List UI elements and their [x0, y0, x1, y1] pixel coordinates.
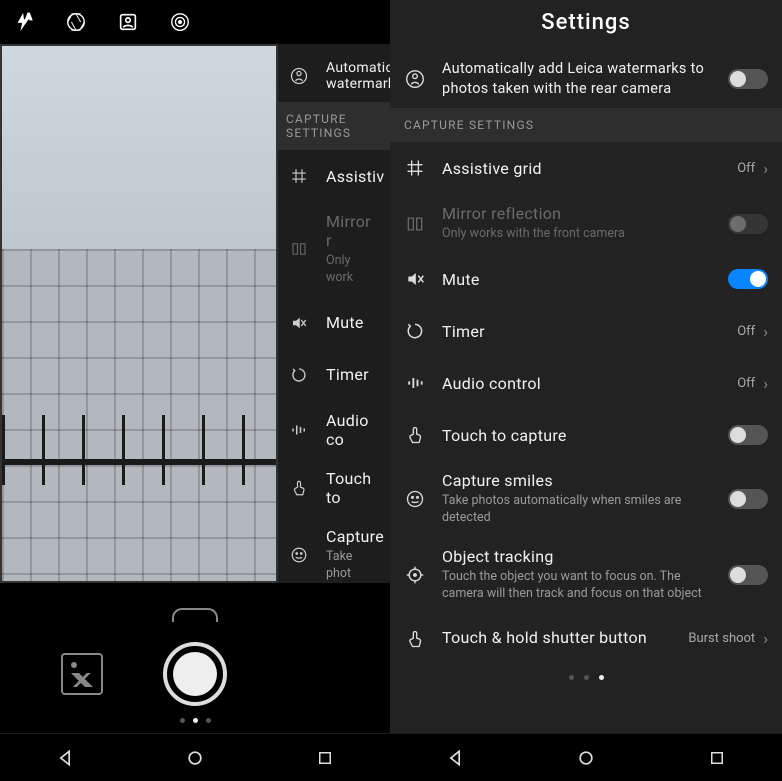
mirror-icon [402, 214, 428, 234]
setting-mute-toggle[interactable] [728, 269, 768, 289]
svg-text:A: A [26, 12, 32, 22]
settings-list[interactable]: Automatically add Leica watermarks to ph… [390, 49, 782, 733]
setting-assistive-grid[interactable]: Assistive grid Off› [390, 142, 782, 194]
nav-back-button[interactable] [37, 748, 93, 768]
settings-screen: Settings Automatically add Leica waterma… [390, 0, 782, 781]
camera-top-toolbar: A [0, 0, 390, 44]
camera-viewfinder-area: Automatic watermark CAPTURE SETTINGS Ass… [0, 44, 390, 583]
android-navbar-right [390, 733, 782, 781]
shutter-button[interactable] [163, 642, 227, 706]
flash-auto-icon[interactable]: A [12, 10, 36, 34]
touch-icon [402, 425, 428, 445]
timer-icon [402, 321, 428, 341]
nav-recent-button[interactable] [689, 749, 745, 767]
smile-icon [402, 489, 428, 509]
watermark-icon [402, 68, 428, 90]
audio-icon [402, 373, 428, 393]
setting-capture-smiles-toggle[interactable] [728, 489, 768, 509]
chevron-right-icon: › [763, 322, 768, 341]
android-navbar-left [0, 733, 390, 781]
nav-recent-button[interactable] [297, 749, 353, 767]
setting-touch-capture-toggle[interactable] [728, 425, 768, 445]
setting-object-tracking-toggle[interactable] [728, 565, 768, 585]
setting-watermark-label: Automatically add Leica watermarks to ph… [442, 59, 714, 98]
nav-home-button[interactable] [558, 748, 614, 768]
gallery-button[interactable] [61, 653, 103, 695]
setting-watermark-toggle[interactable] [728, 69, 768, 89]
setting-object-tracking[interactable]: Object trackingTouch the object you want… [390, 537, 782, 613]
camera-screen: A [0, 0, 390, 781]
touch-hold-icon [402, 629, 428, 649]
setting-mirror-toggle [728, 214, 768, 234]
chevron-right-icon: › [763, 159, 768, 178]
setting-mirror-reflection: Mirror reflectionOnly works with the fro… [390, 194, 782, 253]
camera-viewfinder[interactable] [0, 44, 278, 583]
nav-back-button[interactable] [427, 748, 483, 768]
page-indicator-right [390, 665, 782, 684]
portrait-mode-icon[interactable] [116, 10, 140, 34]
setting-mute[interactable]: Mute [390, 253, 782, 305]
grid-icon [402, 158, 428, 178]
page-indicator-left [180, 718, 211, 723]
settings-peek-overlay [278, 44, 390, 583]
section-capture-settings: CAPTURE SETTINGS [390, 108, 782, 142]
effects-icon[interactable] [168, 10, 192, 34]
mute-icon [402, 269, 428, 289]
setting-touch-to-capture[interactable]: Touch to capture [390, 409, 782, 461]
setting-capture-smiles[interactable]: Capture smilesTake photos automatically … [390, 461, 782, 537]
settings-title: Settings [390, 0, 782, 49]
setting-audio-control[interactable]: Audio control Off› [390, 357, 782, 409]
chevron-right-icon: › [763, 374, 768, 393]
camera-bottom-controls [0, 583, 390, 733]
nav-home-button[interactable] [167, 748, 223, 768]
target-icon [402, 565, 428, 585]
setting-watermark[interactable]: Automatically add Leica watermarks to ph… [390, 49, 782, 108]
mode-drawer-handle[interactable] [172, 608, 218, 622]
aperture-icon[interactable] [64, 10, 88, 34]
chevron-right-icon: › [763, 629, 768, 648]
setting-touch-hold-shutter[interactable]: Touch & hold shutter button Burst shoot› [390, 613, 782, 665]
setting-timer[interactable]: Timer Off› [390, 305, 782, 357]
